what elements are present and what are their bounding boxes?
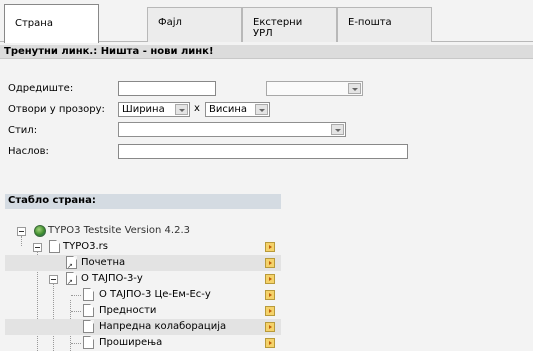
tab-email[interactable]: Е-пошта <box>337 7 432 42</box>
tree-site-row[interactable]: TYPO3.rs <box>5 239 281 255</box>
select-page-icon[interactable] <box>265 290 275 300</box>
tree-item-label[interactable]: Почетна <box>81 257 125 268</box>
title-input[interactable] <box>118 144 408 159</box>
style-select[interactable] <box>118 122 346 137</box>
tree-item-label[interactable]: Напредна колаборација <box>99 321 226 332</box>
window-width-select[interactable]: Ширина <box>118 102 190 117</box>
tree-item-label[interactable]: О ТАЈПО-3 Це-Ем-Ес-у <box>99 289 211 300</box>
style-label: Стил: <box>8 125 38 136</box>
globe-icon <box>34 225 46 237</box>
page-icon <box>83 304 94 317</box>
window-height-select[interactable]: Висина <box>205 102 270 117</box>
tab-external-url[interactable]: Екстерни УРЛ <box>242 7 337 42</box>
page-icon <box>83 320 94 333</box>
window-height-value: Висина <box>209 104 248 115</box>
current-link-bar: Тренутни линк.: Ништа - нови линк! <box>0 45 533 59</box>
chevron-down-icon <box>175 104 188 115</box>
current-link-text: Тренутни линк.: Ништа - нови линк! <box>4 46 214 57</box>
tree-item-row[interactable]: Предности <box>5 303 281 319</box>
tree-item-label[interactable]: О ТАЈПО-3-у <box>81 273 143 284</box>
tree-item-label[interactable]: TYPO3.rs <box>63 241 108 252</box>
tab-email-label: Е-пошта <box>348 17 392 28</box>
tab-file-label: Фајл <box>158 17 182 28</box>
tree-item-label[interactable]: Проширења <box>99 337 162 348</box>
target-select[interactable] <box>266 81 363 96</box>
tab-file[interactable]: Фајл <box>147 7 242 42</box>
chevron-down-icon <box>255 104 268 115</box>
page-icon <box>83 336 94 349</box>
target-label: Одредиште: <box>8 83 74 94</box>
open-in-window-label: Отвори у прозору: <box>8 104 105 115</box>
tab-page-label: Страна <box>15 18 53 29</box>
tree-root-label[interactable]: TYPO3 Testsite Version 4.2.3 <box>48 225 190 236</box>
chevron-down-icon <box>348 83 361 94</box>
window-width-value: Ширина <box>122 104 165 115</box>
target-input[interactable] <box>118 81 216 96</box>
collapse-icon[interactable] <box>33 243 42 252</box>
collapse-icon[interactable] <box>17 227 26 236</box>
tab-page[interactable]: Страна <box>4 4 99 43</box>
select-page-icon[interactable] <box>265 274 275 284</box>
times-sign: x <box>194 103 200 114</box>
tree-item-row[interactable]: Почетна <box>5 255 281 271</box>
page-tree-header: Стабло страна: <box>5 194 281 209</box>
page-icon <box>49 240 60 253</box>
page-icon <box>83 288 94 301</box>
select-page-icon[interactable] <box>265 306 275 316</box>
select-page-icon[interactable] <box>265 338 275 348</box>
select-page-icon[interactable] <box>265 242 275 252</box>
page-shortcut-icon <box>66 272 77 286</box>
tree-item-row[interactable]: Напредна колаборација <box>5 319 281 335</box>
page-shortcut-icon <box>66 256 77 270</box>
tree-item-row[interactable]: О ТАЈПО-3 Це-Ем-Ес-у <box>5 287 281 303</box>
tree-item-row[interactable]: О ТАЈПО-3-у <box>5 271 281 287</box>
tab-external-url-label: Екстерни УРЛ <box>253 17 303 39</box>
tree-root-row[interactable]: TYPO3 Testsite Version 4.2.3 <box>5 223 281 239</box>
chevron-down-icon <box>331 124 344 135</box>
tree-item-row[interactable]: Проширења <box>5 335 281 351</box>
collapse-icon[interactable] <box>49 275 58 284</box>
select-page-icon[interactable] <box>265 322 275 332</box>
tab-bar: Страна Фајл Екстерни УРЛ Е-пошта <box>0 0 533 43</box>
select-page-icon[interactable] <box>265 258 275 268</box>
tree-item-label[interactable]: Предности <box>99 305 156 316</box>
title-label: Наслов: <box>8 146 49 157</box>
